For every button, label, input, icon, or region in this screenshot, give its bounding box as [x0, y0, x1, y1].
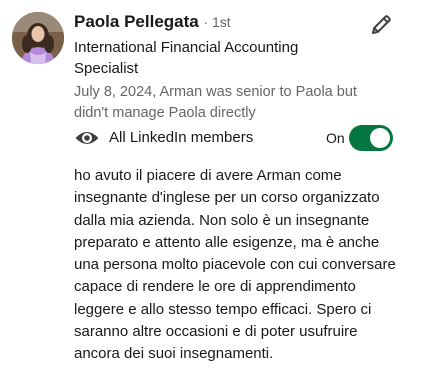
recommendation-text: ho avuto il piacere di avere Arman come … — [74, 167, 396, 363]
pencil-icon[interactable] — [367, 11, 395, 39]
eye-icon — [74, 127, 100, 149]
name-row: Paola Pellegata · 1st — [74, 11, 374, 33]
recommender-name[interactable]: Paola Pellegata — [74, 12, 199, 31]
avatar-photo — [12, 12, 64, 64]
recommender-info: Paola Pellegata · 1st International Fina… — [74, 11, 374, 124]
visibility-label: All LinkedIn members — [109, 129, 254, 146]
pencil-icon-graphic — [372, 15, 391, 34]
recommendation-card: Paola Pellegata · 1st International Fina… — [0, 0, 421, 372]
eye-icon-graphic — [75, 132, 99, 144]
toggle-state-label: On — [326, 130, 345, 146]
recommendation-meta: July 8, 2024, Arman was senior to Paola … — [74, 84, 357, 121]
visibility-toggle[interactable] — [349, 125, 393, 151]
avatar[interactable] — [12, 12, 64, 64]
recommender-headline: International Financial Accounting Speci… — [74, 39, 299, 77]
toggle-knob — [370, 128, 390, 148]
connection-degree: · 1st — [203, 14, 231, 30]
visibility-row: All LinkedIn members On — [74, 125, 396, 151]
